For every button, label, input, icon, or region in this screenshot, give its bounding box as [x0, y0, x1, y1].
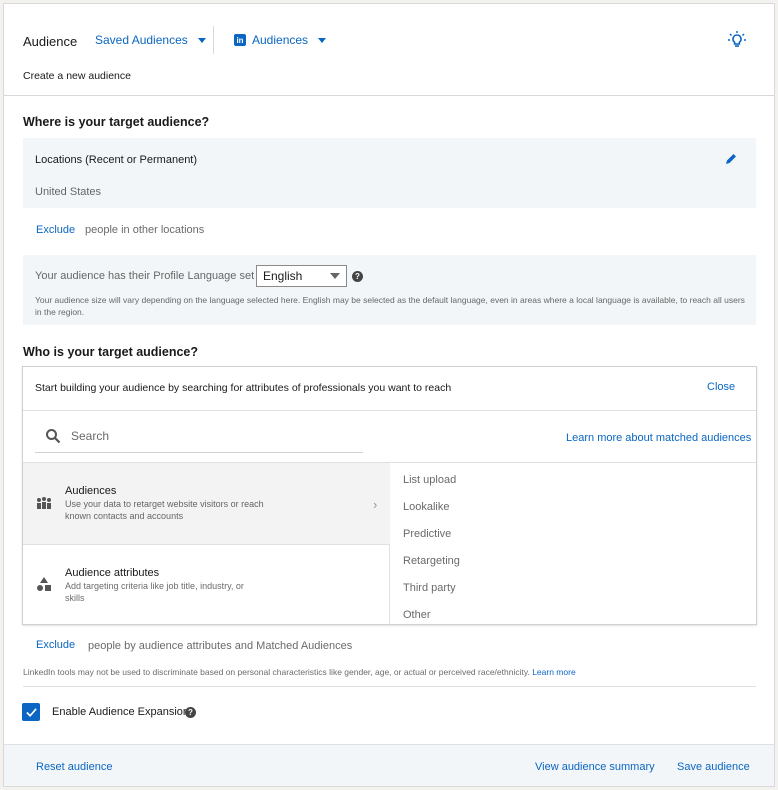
saved-audiences-label: Saved Audiences: [95, 33, 188, 47]
audience-panel: Audience Saved Audiences in Audiences Cr…: [3, 3, 775, 787]
disclaimer-learn-more-link[interactable]: Learn more: [532, 667, 575, 677]
help-icon[interactable]: ?: [352, 271, 363, 282]
sub-item-retargeting[interactable]: Retargeting: [403, 555, 460, 567]
save-audience-button[interactable]: Save audience: [677, 761, 750, 773]
chevron-right-icon: ›: [373, 497, 378, 512]
audiences-label: Audiences: [252, 33, 309, 47]
chevron-down-icon: [330, 273, 340, 279]
language-box: Your audience has their Profile Language…: [23, 255, 756, 325]
audience-expansion-checkbox[interactable]: [22, 703, 40, 721]
search-icon: [46, 429, 61, 444]
language-value: English: [263, 269, 303, 283]
language-select[interactable]: English: [256, 265, 347, 287]
exclude-locations-link[interactable]: Exclude: [36, 224, 75, 236]
language-note: Your audience size will vary depending o…: [35, 295, 745, 317]
exclude-attributes-link[interactable]: Exclude: [36, 639, 75, 651]
section-divider: [23, 686, 756, 687]
targeting-card: Start building your audience by searchin…: [22, 366, 757, 625]
close-link[interactable]: Close: [707, 381, 735, 393]
card-header-text: Start building your audience by searchin…: [35, 382, 452, 394]
search-row: Search Learn more about matched audience…: [23, 411, 756, 462]
disclaimer: LinkedIn tools may not be used to discri…: [23, 667, 576, 677]
option-audiences-title: Audiences: [65, 485, 117, 497]
category-pane: Audiences Use your data to retarget webs…: [23, 463, 390, 625]
edit-pencil-icon[interactable]: [724, 152, 738, 166]
header-divider: [213, 26, 214, 54]
lightbulb-icon[interactable]: [727, 30, 747, 50]
location-value: United States: [35, 186, 102, 198]
locations-label: Locations (Recent or Permanent): [35, 154, 198, 166]
checkmark-icon: [25, 707, 37, 717]
search-underline: [35, 452, 363, 453]
people-group-icon: [37, 497, 51, 509]
saved-audiences-dropdown[interactable]: Saved Audiences: [95, 33, 206, 47]
where-section-title: Where is your target audience?: [23, 115, 210, 129]
view-audience-summary-button[interactable]: View audience summary: [535, 761, 655, 773]
option-audiences[interactable]: Audiences Use your data to retarget webs…: [23, 463, 390, 544]
sub-item-third-party[interactable]: Third party: [403, 582, 456, 594]
header: Audience Saved Audiences in Audiences Cr…: [4, 4, 774, 96]
exclude-locations-text: people in other locations: [85, 224, 205, 236]
option-attributes-desc: Add targeting criteria like job title, i…: [65, 581, 244, 603]
reset-audience-button[interactable]: Reset audience: [36, 761, 112, 773]
option-attributes-title: Audience attributes: [65, 567, 160, 579]
sub-item-lookalike[interactable]: Lookalike: [403, 501, 449, 513]
option-audience-attributes[interactable]: Audience attributes Add targeting criter…: [23, 545, 390, 626]
exclude-attributes-text: people by audience attributes and Matche…: [88, 640, 353, 652]
chevron-down-icon: [197, 37, 206, 43]
learn-more-matched-audiences-link[interactable]: Learn more about matched audiences: [566, 432, 751, 444]
shapes-icon: [37, 577, 51, 591]
locations-box: Locations (Recent or Permanent) United S…: [23, 138, 756, 208]
sub-item-predictive[interactable]: Predictive: [403, 528, 451, 540]
chevron-down-icon: [318, 37, 327, 43]
who-section-title: Who is your target audience?: [23, 345, 199, 359]
help-icon[interactable]: ?: [185, 707, 196, 718]
language-prefix: Your audience has their Profile Language…: [35, 270, 267, 282]
sub-item-list-upload[interactable]: List upload: [403, 474, 456, 486]
linkedin-icon: in: [234, 34, 246, 46]
footer: Reset audience View audience summary Sav…: [4, 744, 774, 786]
search-input[interactable]: Search: [71, 429, 361, 443]
audience-expansion-label: Enable Audience Expansion: [52, 706, 189, 718]
header-subtitle: Create a new audience: [23, 70, 131, 82]
option-audiences-desc: Use your data to retarget website visito…: [65, 499, 264, 521]
header-title: Audience: [23, 34, 78, 49]
disclaimer-text: LinkedIn tools may not be used to discri…: [23, 667, 530, 677]
sub-item-other[interactable]: Other: [403, 609, 431, 621]
card-header: Start building your audience by searchin…: [23, 367, 756, 411]
audiences-dropdown[interactable]: in Audiences: [234, 33, 327, 47]
